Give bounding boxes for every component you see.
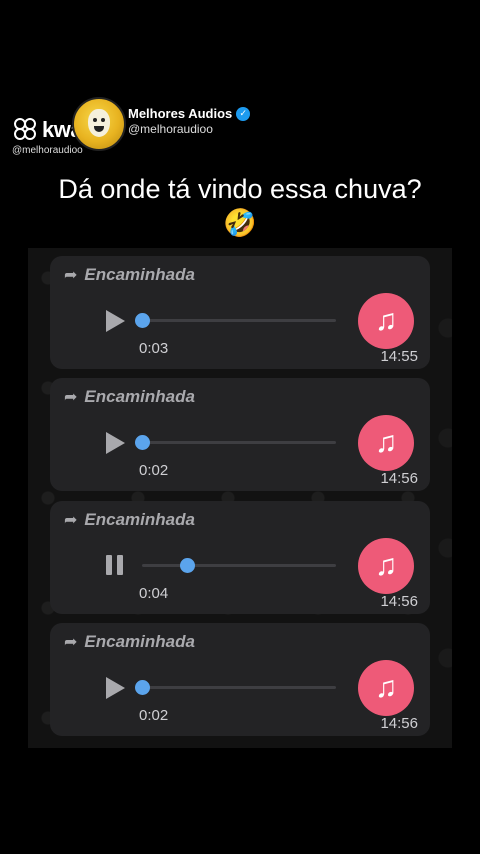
chat-screenshot: ➦ Encaminhada 0:03 ♫ 14:55 ➦ Encaminhada 0… (28, 248, 452, 748)
audio-progress-track[interactable] (142, 558, 336, 573)
forwarded-text: Encaminhada (84, 265, 195, 284)
message-time: 14:55 (380, 348, 418, 365)
kwai-icon (14, 118, 38, 142)
channel-handle: @melhoraudioo (128, 122, 213, 136)
audio-progress-knob[interactable] (135, 435, 150, 450)
pause-button[interactable] (106, 555, 124, 575)
music-note-icon: ♫ (358, 293, 414, 349)
music-note-icon: ♫ (358, 415, 414, 471)
forward-arrow-icon: ➦ (64, 634, 78, 651)
audio-message: ➦ Encaminhada 0:04 ♫ 14:56 (50, 501, 430, 614)
forwarded-label: ➦ Encaminhada (64, 265, 195, 285)
audio-duration: 0:02 (139, 707, 169, 724)
forward-arrow-icon: ➦ (64, 267, 78, 284)
message-time: 14:56 (380, 715, 418, 732)
audio-duration: 0:04 (139, 585, 169, 602)
message-time: 14:56 (380, 593, 418, 610)
audio-progress-track[interactable] (135, 313, 336, 328)
forwarded-label: ➦ Encaminhada (64, 632, 195, 652)
play-button[interactable] (106, 310, 125, 332)
audio-message: ➦ Encaminhada 0:02 ♫ 14:56 (50, 623, 430, 736)
audio-progress-track[interactable] (135, 680, 336, 695)
audio-message: ➦ Encaminhada 0:02 ♫ 14:56 (50, 378, 430, 491)
audio-duration: 0:02 (139, 462, 169, 479)
forwarded-label: ➦ Encaminhada (64, 387, 195, 407)
play-button[interactable] (106, 677, 125, 699)
audio-duration: 0:03 (139, 340, 169, 357)
audio-progress-knob[interactable] (179, 558, 195, 573)
channel-name[interactable]: Melhores Audios ✓ (128, 106, 251, 121)
forwarded-text: Encaminhada (84, 632, 195, 651)
audio-progress-knob[interactable] (135, 313, 150, 328)
forwarded-text: Encaminhada (84, 510, 195, 529)
watermark-handle: @melhoraudioo (12, 145, 83, 156)
music-note-icon: ♫ (358, 660, 414, 716)
forward-arrow-icon: ➦ (64, 389, 78, 406)
forwarded-label: ➦ Encaminhada (64, 510, 195, 530)
audio-message: ➦ Encaminhada 0:03 ♫ 14:55 (50, 256, 430, 369)
channel-avatar[interactable] (72, 97, 126, 151)
message-time: 14:56 (380, 470, 418, 487)
channel-name-text: Melhores Audios (128, 106, 233, 121)
verified-badge-icon: ✓ (236, 106, 251, 121)
forwarded-text: Encaminhada (84, 387, 195, 406)
audio-progress-track[interactable] (135, 435, 336, 450)
video-caption: Dá onde tá vindo essa chuva? 🤣 (58, 174, 422, 238)
music-note-icon: ♫ (358, 538, 414, 594)
audio-progress-knob[interactable] (135, 680, 150, 695)
play-button[interactable] (106, 432, 125, 454)
forward-arrow-icon: ➦ (64, 512, 78, 529)
